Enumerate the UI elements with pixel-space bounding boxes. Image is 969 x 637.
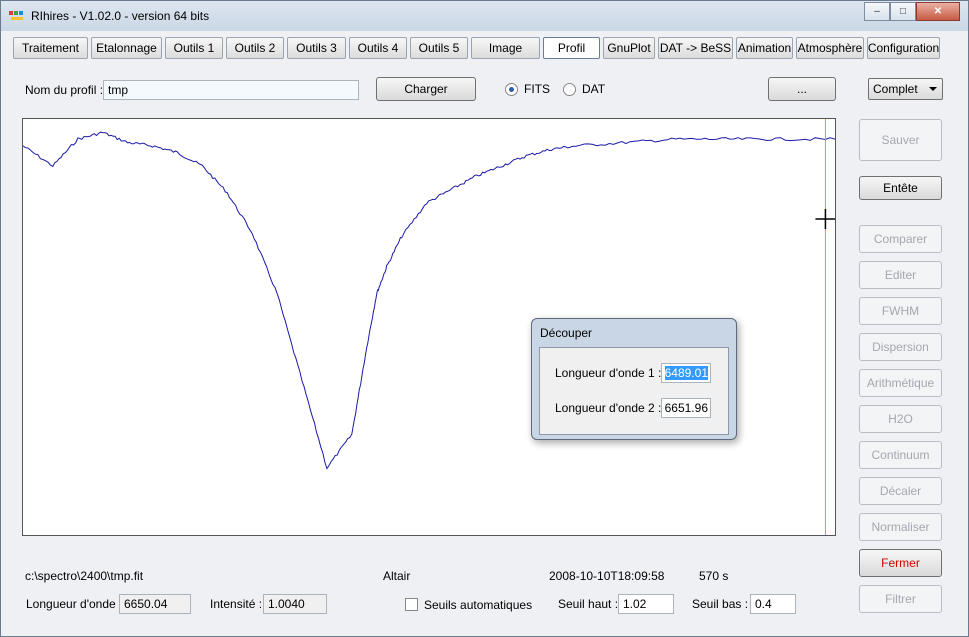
- intensity-readout: 1.0040: [263, 594, 327, 614]
- object-name: Altair: [383, 569, 411, 583]
- profile-name-label: Nom du profil :: [25, 83, 104, 97]
- tab-etalonnage[interactable]: Etalonnage: [91, 37, 162, 59]
- dispersion-button[interactable]: Dispersion: [859, 333, 942, 361]
- auto-threshold-label: Seuils automatiques: [424, 598, 533, 612]
- dialog-body: Longueur d'onde 1 : 6489.01 Longueur d'o…: [539, 347, 729, 435]
- normaliser-button[interactable]: Normaliser: [859, 513, 942, 541]
- filtrer-button[interactable]: Filtrer: [859, 585, 942, 613]
- app-logo-icon: [9, 9, 25, 23]
- wavelength-1-label: Longueur d'onde 1 :: [555, 366, 662, 380]
- fits-radio[interactable]: [505, 83, 518, 96]
- observation-date: 2008-10-10T18:09:58: [549, 569, 665, 583]
- fits-radio-label: FITS: [524, 82, 550, 96]
- threshold-low-input[interactable]: 0.4: [750, 594, 796, 614]
- chevron-down-icon: [929, 87, 937, 91]
- profile-name-input[interactable]: tmp: [103, 80, 359, 100]
- comparer-button[interactable]: Comparer: [859, 225, 942, 253]
- tab-profil[interactable]: Profil: [543, 37, 600, 59]
- tab-animation[interactable]: Animation: [736, 37, 793, 59]
- threshold-low-label: Seuil bas :: [692, 597, 749, 611]
- file-path: c:\spectro\2400\tmp.fit: [25, 569, 144, 583]
- wavelength-1-input[interactable]: 6489.01: [661, 363, 711, 383]
- exposure-time: 570 s: [699, 569, 729, 583]
- sauver-button[interactable]: Sauver: [859, 119, 942, 161]
- mode-select-value: Complet: [873, 82, 918, 96]
- fwhm-button[interactable]: FWHM: [859, 297, 942, 325]
- dat-radio[interactable]: [563, 83, 576, 96]
- intensity-label: Intensité :: [210, 597, 263, 611]
- tab-dat-bess[interactable]: DAT -> BeSS: [658, 37, 733, 59]
- ent-te-button[interactable]: Entête: [859, 176, 942, 200]
- crosshair-icon: [815, 209, 836, 229]
- title-bar: RIhires - V1.02.0 - version 64 bits – □ …: [1, 1, 968, 31]
- h2o-button[interactable]: H2O: [859, 405, 942, 433]
- tab-atmosphere[interactable]: Atmosphère: [796, 37, 864, 59]
- wavelength-2-label: Longueur d'onde 2 :: [555, 401, 662, 415]
- mode-select[interactable]: Complet: [868, 78, 943, 100]
- tab-outils-3[interactable]: Outils 3: [287, 37, 346, 59]
- dat-radio-label: DAT: [582, 82, 606, 96]
- tab-outils-4[interactable]: Outils 4: [349, 37, 407, 59]
- close-window-button[interactable]: ✕: [916, 2, 960, 21]
- main-window: RIhires - V1.02.0 - version 64 bits – □ …: [0, 0, 969, 637]
- maximize-button[interactable]: □: [890, 2, 916, 21]
- tab-gnuplot[interactable]: GnuPlot: [603, 37, 655, 59]
- arithm-tique-button[interactable]: Arithmétique: [859, 369, 942, 397]
- tab-outils-1[interactable]: Outils 1: [165, 37, 223, 59]
- tab-outils-5[interactable]: Outils 5: [410, 37, 468, 59]
- decouper-dialog: Découper Longueur d'onde 1 : 6489.01 Lon…: [531, 318, 737, 440]
- dialog-title: Découper: [540, 326, 593, 340]
- browse-button[interactable]: ...: [768, 77, 836, 101]
- threshold-high-label: Seuil haut :: [558, 597, 619, 611]
- wavelength-label: Longueur d'onde :: [26, 597, 123, 611]
- tab-traitement[interactable]: Traitement: [13, 37, 88, 59]
- continuum-button[interactable]: Continuum: [859, 441, 942, 469]
- editer-button[interactable]: Editer: [859, 261, 942, 289]
- tab-image[interactable]: Image: [471, 37, 540, 59]
- wavelength-2-input[interactable]: 6651.96: [661, 398, 711, 418]
- tab-configuration[interactable]: Configuration: [867, 37, 940, 59]
- minimize-button[interactable]: –: [864, 2, 890, 21]
- auto-threshold-checkbox[interactable]: [405, 598, 418, 611]
- wavelength-1-value: 6489.01: [664, 366, 708, 380]
- threshold-high-input[interactable]: 1.02: [618, 594, 674, 614]
- window-title: RIhires - V1.02.0 - version 64 bits: [31, 9, 210, 23]
- tab-outils-2[interactable]: Outils 2: [226, 37, 284, 59]
- wavelength-readout: 6650.04: [119, 594, 191, 614]
- d-caler-button[interactable]: Décaler: [859, 477, 942, 505]
- fermer-button[interactable]: Fermer: [859, 549, 942, 577]
- load-button[interactable]: Charger: [376, 77, 476, 101]
